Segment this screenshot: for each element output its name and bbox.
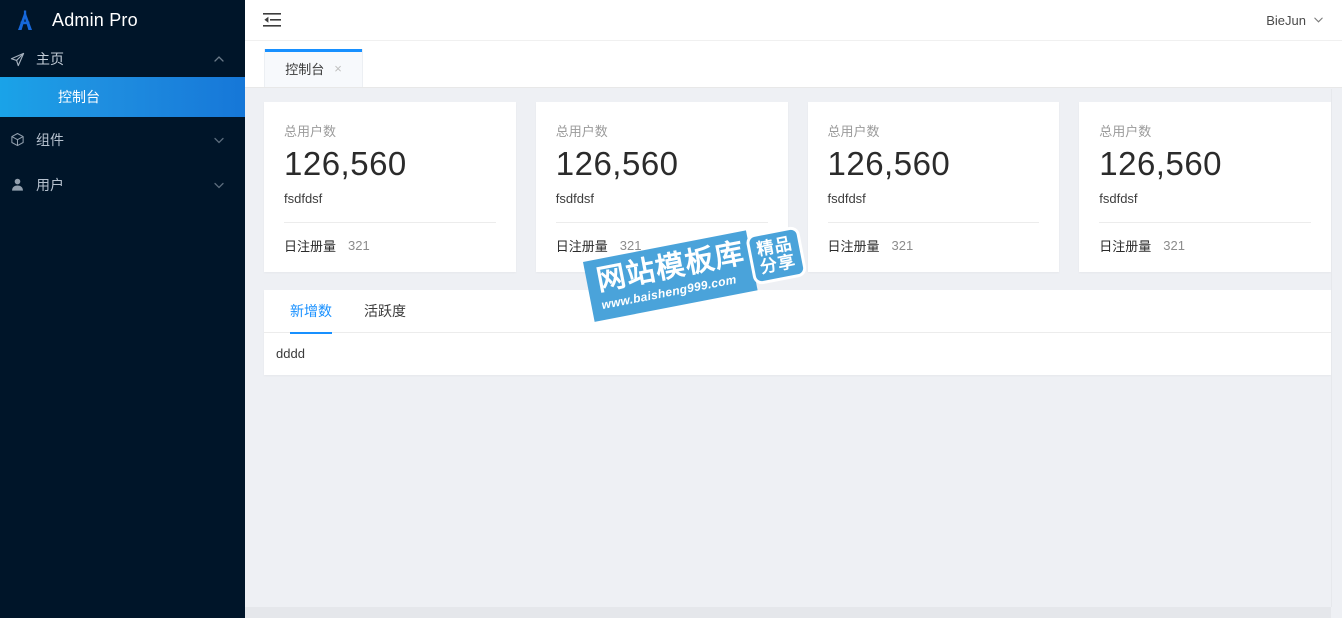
stat-card-subtitle: fsdfdsf (284, 190, 323, 206)
sidebar-group-home-label: 主页 (36, 51, 64, 67)
stat-card-footer: 日注册量 321 (828, 223, 1040, 255)
chevron-down-icon (213, 134, 225, 146)
tab-activity-label: 活跃度 (364, 303, 406, 319)
tab-activity[interactable]: 活跃度 (348, 290, 422, 333)
stat-cards: 总用户数 126,560 fsdfdsf 日注册量 321 总用户数 126,5… (264, 102, 1331, 272)
user-menu[interactable]: BieJun (1266, 13, 1324, 28)
stat-card-value: 126,560 (555, 144, 679, 182)
stat-card-footer-label: 日注册量 (827, 238, 880, 254)
tab-new-count[interactable]: 新增数 (274, 290, 348, 334)
stat-card: 总用户数 126,560 fsdfdsf 日注册量 321 (264, 102, 516, 272)
sidebar-menu: 主页 控制台 组件 用户 (0, 41, 245, 207)
cube-icon (10, 132, 32, 147)
tab-console-label: 控制台 (285, 61, 325, 77)
stat-card-value: 126,560 (1099, 144, 1223, 182)
chevron-down-icon (1313, 13, 1324, 28)
menu-fold-icon[interactable] (261, 9, 283, 31)
stat-card-subtitle: fsdfdsf (1099, 190, 1138, 206)
sidebar-item-components[interactable]: 组件 (0, 117, 245, 162)
admin-dashboard-app: Admin Pro 主页 控制台 组件 用户 BieJun 控制台 × 总用户数… (0, 0, 1342, 618)
stat-card-value: 126,560 (827, 144, 951, 182)
stat-card-footer-value: 321 (1163, 237, 1185, 253)
tab-bar: 控制台 × (245, 41, 1342, 88)
sidebar-item-users-label: 用户 (36, 176, 64, 193)
stat-card-label: 总用户数 (827, 124, 880, 139)
stat-card-footer: 日注册量 321 (284, 223, 496, 255)
stat-card-subtitle: fsdfdsf (555, 190, 595, 206)
panel-tab-list: 新增数 活跃度 (264, 290, 1331, 334)
stat-card-footer-value: 321 (619, 237, 642, 253)
close-icon[interactable]: × (334, 62, 342, 75)
horizontal-scrollbar[interactable] (245, 607, 1331, 618)
tab-new-count-label: 新增数 (290, 303, 332, 319)
sidebar-group-home[interactable]: 主页 (0, 41, 245, 77)
sidebar: Admin Pro 主页 控制台 组件 用户 (0, 0, 245, 618)
stat-card-footer: 日注册量 321 (1099, 223, 1311, 255)
brand-title: Admin Pro (52, 10, 138, 30)
tab-console[interactable]: 控制台 × (264, 49, 363, 87)
stat-card-label: 总用户数 (1099, 124, 1152, 139)
stat-card: 总用户数 126,560 fsdfdsf 日注册量 321 (1079, 102, 1331, 272)
scrollbar-corner (1331, 607, 1342, 618)
stat-card-footer-label: 日注册量 (555, 238, 608, 254)
sidebar-item-console[interactable]: 控制台 (0, 77, 245, 117)
content-area: 总用户数 126,560 fsdfdsf 日注册量 321 总用户数 126,5… (245, 88, 1342, 618)
sidebar-item-console-label: 控制台 (58, 89, 100, 105)
stat-card: 总用户数 126,560 fsdfdsf 日注册量 321 (535, 102, 788, 272)
stat-card-value: 126,560 (284, 144, 407, 182)
stat-card-footer-label: 日注册量 (1099, 238, 1152, 254)
stat-card-footer-label: 日注册量 (284, 238, 337, 254)
stat-card-subtitle: fsdfdsf (827, 190, 866, 206)
stat-card-footer-value: 321 (348, 237, 370, 253)
chart-panel: 新增数 活跃度 dddd (264, 290, 1331, 375)
stat-card: 总用户数 126,560 fsdfdsf 日注册量 321 (807, 102, 1060, 272)
stat-card-footer-value: 321 (891, 237, 914, 253)
send-plane-icon (10, 52, 32, 67)
brand-header[interactable]: Admin Pro (0, 0, 245, 41)
sidebar-item-users[interactable]: 用户 (0, 162, 245, 207)
main-column: BieJun 控制台 × 总用户数 126,560 fsdfdsf 日注册量 3… (245, 0, 1342, 618)
chevron-up-icon (213, 53, 225, 65)
panel-content: dddd (276, 346, 305, 361)
chevron-down-icon (213, 179, 225, 191)
sidebar-submenu-home: 控制台 (0, 77, 245, 117)
stat-card-label: 总用户数 (555, 124, 608, 139)
topbar: BieJun (245, 0, 1342, 41)
user-icon (10, 177, 32, 192)
stat-card-footer: 日注册量 321 (556, 223, 768, 255)
user-name: BieJun (1266, 12, 1306, 28)
sidebar-item-components-label: 组件 (36, 131, 64, 148)
letter-a-logo-icon (8, 4, 42, 38)
stat-card-label: 总用户数 (284, 124, 337, 139)
vertical-scrollbar[interactable] (1331, 89, 1342, 607)
